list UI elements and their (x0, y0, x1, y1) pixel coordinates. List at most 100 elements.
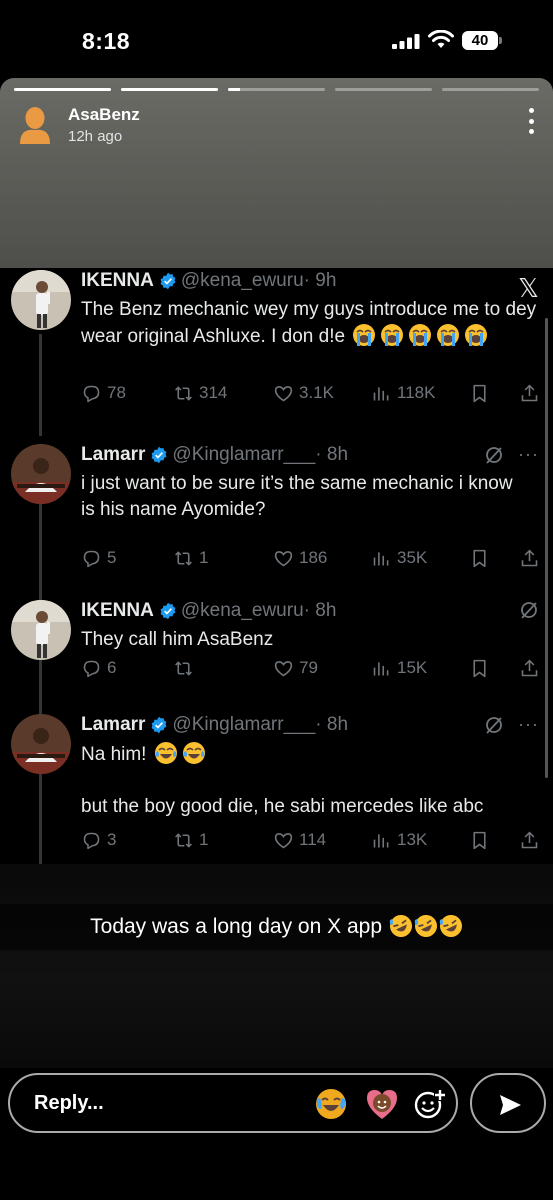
share-icon (521, 831, 538, 848)
author-handle[interactable]: @kena_ewuru (181, 270, 304, 292)
author-name[interactable]: Lamarr (81, 444, 145, 466)
author-handle[interactable]: @kena_ewuru (181, 600, 304, 622)
tweet-header: IKENNA @kena_ewuru · 9h (81, 270, 539, 292)
tweet-screenshot: 𝕏 IKENNA @kena_ewuru · 9h The Benz mecha… (0, 268, 553, 864)
crying-laughing-emoji[interactable] (314, 1087, 348, 1121)
heart-face-emoji[interactable] (365, 1087, 399, 1121)
tweet-menu: ··· (484, 444, 539, 465)
avatar (11, 444, 71, 504)
views-button[interactable]: 35K (371, 548, 427, 569)
rolling-laughing-emoji (389, 915, 412, 937)
loudly-crying-emoji (409, 324, 432, 346)
rolling-laughing-emoji (439, 915, 462, 937)
views-button[interactable]: 13K (371, 830, 427, 851)
author-name[interactable]: IKENNA (81, 270, 154, 292)
like-button[interactable]: 3.1K (273, 383, 334, 404)
reply-icon (83, 660, 100, 677)
share-button[interactable] (519, 658, 540, 679)
reposts-count: 314 (199, 383, 228, 402)
add-reaction-icon[interactable] (412, 1087, 446, 1121)
thread-line (39, 774, 42, 864)
verified-badge-icon (151, 716, 167, 734)
tweet-text: Na him! but the boy good die, he sabi me… (81, 741, 539, 820)
tweet-time: · 9h (303, 270, 337, 291)
views-icon (373, 386, 389, 400)
grok-icon[interactable] (484, 715, 504, 735)
repost-button[interactable]: 1 (173, 548, 208, 569)
reposts-count: 1 (199, 830, 209, 849)
reply-button[interactable]: 78 (81, 383, 126, 404)
repost-button[interactable]: 314 (173, 383, 227, 404)
bookmark-button[interactable] (469, 658, 490, 679)
story-progress-bar (14, 88, 539, 91)
share-icon (521, 659, 538, 676)
views-button[interactable]: 15K (371, 658, 427, 679)
like-icon (274, 660, 293, 676)
tweet-actions: 6 79 15K (81, 656, 541, 680)
story-timestamp: 12h ago (68, 128, 123, 145)
reply-placeholder: Reply... (34, 1092, 104, 1114)
like-button[interactable]: 186 (273, 548, 327, 569)
views-count: 13K (397, 830, 428, 849)
like-button[interactable]: 114 (273, 830, 326, 851)
more-options-icon[interactable]: ··· (518, 714, 539, 735)
story-caption: Today was a long day on X app (0, 904, 553, 950)
verified-badge-icon (160, 272, 176, 290)
views-icon (373, 661, 389, 675)
reply-input[interactable]: Reply... (8, 1073, 458, 1133)
repost-icon (175, 550, 192, 566)
tweet-text-line: Na him! (81, 744, 147, 765)
repost-button[interactable] (173, 658, 199, 679)
verified-badge-icon (151, 446, 167, 464)
author-handle[interactable]: @Kinglamarr___ (172, 714, 315, 736)
reply-button[interactable]: 6 (81, 658, 116, 679)
progress-segment (335, 88, 432, 91)
likes-count: 3.1K (299, 383, 334, 402)
loudly-crying-emoji (381, 324, 404, 346)
repost-icon (175, 385, 192, 401)
tweet-time: · 8h (315, 714, 349, 735)
kebab-icon[interactable] (527, 108, 535, 134)
tweet-body: Lamarr @Kinglamarr___ · 8h Na him! but t… (81, 714, 539, 820)
reply-icon (83, 550, 100, 567)
tweet-header: Lamarr @Kinglamarr___ · 8h (81, 444, 539, 466)
tears-of-joy-emoji (182, 742, 205, 764)
grok-icon[interactable] (484, 445, 504, 465)
share-button[interactable] (519, 830, 540, 851)
story-user[interactable]: AsaBenz 12h ago (18, 100, 140, 150)
author-handle[interactable]: @Kinglamarr___ (172, 444, 315, 466)
story-username[interactable]: AsaBenz (68, 105, 140, 125)
battery-tip (499, 37, 502, 44)
battery-indicator: 40 (462, 31, 498, 50)
tears-of-joy-emoji (154, 742, 177, 764)
views-icon (373, 833, 389, 847)
repost-icon (175, 832, 192, 848)
tweet-menu (519, 600, 539, 620)
reply-button[interactable]: 5 (81, 548, 116, 569)
thread-line (39, 334, 42, 436)
replies-count: 5 (107, 548, 117, 567)
tweet-actions: 78 314 3.1K 118K (81, 381, 541, 405)
bookmark-button[interactable] (469, 548, 490, 569)
author-name[interactable]: IKENNA (81, 600, 154, 622)
bookmark-button[interactable] (469, 383, 490, 404)
tweet-text-line: but the boy good die, he sabi mercedes l… (81, 796, 484, 817)
author-name[interactable]: Lamarr (81, 714, 145, 736)
repost-button[interactable]: 1 (173, 830, 208, 851)
like-button[interactable]: 79 (273, 658, 318, 679)
views-button[interactable]: 118K (371, 383, 435, 404)
share-button[interactable] (519, 383, 540, 404)
share-icon (521, 549, 538, 566)
loudly-crying-emoji (437, 324, 460, 346)
tweet-text: They call him AsaBenz (81, 629, 274, 650)
grok-icon[interactable] (519, 600, 539, 620)
story-card[interactable]: AsaBenz 12h ago 𝕏 IKENNA @kena_ewuru · 9… (0, 78, 553, 1068)
bookmark-button[interactable] (469, 830, 490, 851)
avatar (11, 270, 71, 330)
share-button[interactable] (519, 548, 540, 569)
reply-button[interactable]: 3 (81, 830, 116, 851)
send-button[interactable] (470, 1073, 546, 1133)
cellular-signal-icon (392, 34, 420, 49)
progress-segment (121, 88, 218, 91)
more-options-icon[interactable]: ··· (518, 444, 539, 465)
